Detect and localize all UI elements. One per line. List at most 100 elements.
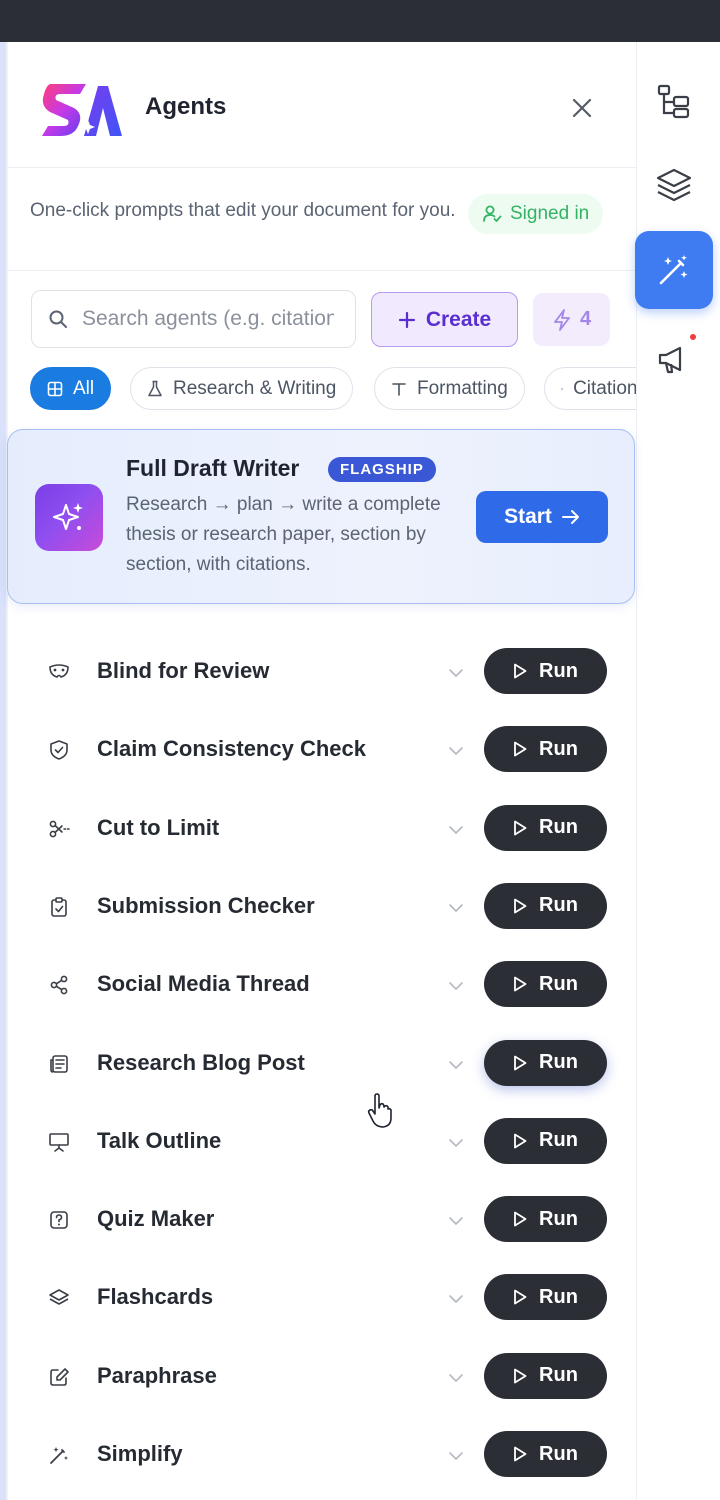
- chevron-down-icon[interactable]: [447, 901, 465, 915]
- rail-layers-button[interactable]: [635, 146, 713, 224]
- panel-subtitle: One-click prompts that edit your documen…: [30, 200, 456, 221]
- play-icon: [514, 976, 527, 992]
- agent-row: Talk Outline Run: [8, 1106, 636, 1176]
- chevron-down-icon[interactable]: [447, 1371, 465, 1385]
- agent-name: Research Blog Post: [97, 1049, 305, 1075]
- run-button[interactable]: Run: [484, 1196, 607, 1243]
- share-icon: [48, 974, 70, 996]
- chevron-down-icon[interactable]: [447, 1292, 465, 1306]
- play-icon: [514, 1289, 527, 1305]
- close-icon: [572, 98, 592, 118]
- filter-bar: All Research & Writing Formatting Citati…: [8, 360, 636, 420]
- agent-name: Social Media Thread: [97, 971, 310, 997]
- panel-title: Agents: [145, 93, 227, 120]
- run-button[interactable]: Run: [484, 1431, 607, 1477]
- outline-icon: [657, 84, 690, 119]
- agent-row: Simplify Run: [8, 1419, 636, 1489]
- filter-chip-research-writing[interactable]: Research & Writing: [130, 367, 354, 410]
- flagship-description: Research → plan → write a complete thesi…: [126, 494, 441, 575]
- run-label: Run: [539, 816, 578, 839]
- chevron-down-icon[interactable]: [447, 1214, 465, 1228]
- agent-name: Simplify: [97, 1441, 183, 1466]
- close-button[interactable]: [566, 92, 598, 124]
- presentation-icon: [48, 1131, 70, 1153]
- run-button[interactable]: Run: [484, 648, 607, 694]
- scissors-icon: [48, 818, 70, 840]
- rail-announcements-button[interactable]: [635, 320, 713, 398]
- agent-name: Blind for Review: [97, 658, 270, 683]
- plus-icon: [398, 311, 415, 328]
- run-button[interactable]: Run: [484, 882, 607, 929]
- rail-outline-button[interactable]: [635, 62, 713, 140]
- app-top-bar: [0, 0, 720, 42]
- run-button[interactable]: Run: [484, 804, 607, 851]
- wand-icon: [48, 1444, 70, 1466]
- filter-label: All: [73, 377, 95, 399]
- layers-icon: [656, 168, 692, 202]
- play-icon: [514, 663, 527, 679]
- agent-name: Paraphrase: [97, 1362, 217, 1388]
- run-label: Run: [539, 894, 578, 917]
- filter-chip-formatting[interactable]: Formatting: [374, 367, 525, 410]
- layers-icon: [48, 1287, 70, 1309]
- flagship-title: Full Draft Writer: [126, 455, 300, 481]
- agent-row: Blind for Review Run: [8, 636, 636, 706]
- subtitle-divider: [8, 270, 636, 271]
- book-icon: [561, 387, 563, 390]
- filter-label: Citations: [573, 377, 636, 399]
- agent-name: Claim Consistency Check: [97, 736, 366, 762]
- filter-chip-all[interactable]: All: [30, 367, 112, 410]
- run-button[interactable]: Run: [484, 1117, 607, 1164]
- signed-in-badge: Signed in: [468, 194, 604, 234]
- flagship-icon-tile: [35, 484, 103, 551]
- filter-label: Formatting: [417, 377, 508, 399]
- shield-check-icon: [48, 739, 70, 761]
- agent-name: Quiz Maker: [97, 1206, 215, 1232]
- agent-row: Submission Checker Run: [8, 871, 636, 941]
- start-label: Start: [504, 505, 552, 528]
- magic-wand-icon: [659, 255, 688, 285]
- agent-row: Research Blog Post Run: [8, 1028, 636, 1098]
- credits-count: 4: [579, 308, 592, 330]
- agent-row: Flashcards Run: [8, 1262, 636, 1332]
- agent-name: Talk Outline: [97, 1127, 222, 1153]
- search-box[interactable]: [31, 290, 356, 348]
- chevron-down-icon[interactable]: [447, 744, 465, 758]
- run-button[interactable]: Run: [484, 726, 607, 773]
- run-button[interactable]: Run: [484, 1352, 607, 1399]
- chevron-down-icon[interactable]: [447, 1058, 465, 1072]
- chevron-down-icon[interactable]: [447, 979, 465, 993]
- megaphone-icon: [658, 346, 682, 374]
- play-icon: [514, 741, 527, 757]
- rail-agents-button[interactable]: [635, 231, 713, 309]
- hand-cursor-icon: [367, 1093, 392, 1128]
- search-input[interactable]: [82, 307, 334, 331]
- agent-row: Paraphrase Run: [8, 1341, 636, 1411]
- play-icon: [514, 1446, 527, 1462]
- run-button[interactable]: Run: [484, 1274, 607, 1321]
- run-label: Run: [539, 1442, 578, 1465]
- agent-row: Claim Consistency Check Run: [8, 714, 636, 784]
- chevron-down-icon[interactable]: [447, 1449, 465, 1463]
- chevron-down-icon[interactable]: [447, 1136, 465, 1150]
- credits-button[interactable]: 4: [533, 293, 610, 346]
- agent-name: Cut to Limit: [97, 814, 220, 840]
- play-icon: [514, 1055, 527, 1070]
- run-button[interactable]: Run: [484, 1039, 607, 1086]
- chevron-down-icon[interactable]: [447, 666, 465, 680]
- filter-chip-citations[interactable]: Citations: [544, 367, 636, 410]
- play-icon: [514, 898, 527, 914]
- run-label: Run: [539, 972, 578, 995]
- app-logo: [42, 84, 122, 136]
- agent-row: Cut to Limit Run: [8, 793, 636, 863]
- run-button[interactable]: Run: [484, 961, 607, 1008]
- create-label: Create: [425, 307, 492, 331]
- start-button[interactable]: Start: [476, 491, 608, 543]
- run-label: Run: [539, 1207, 578, 1230]
- create-button[interactable]: Create: [371, 292, 518, 347]
- chevron-down-icon[interactable]: [447, 823, 465, 837]
- run-label: Run: [539, 1129, 578, 1152]
- flask-icon: [148, 380, 162, 396]
- search-icon: [49, 310, 67, 328]
- agent-name: Flashcards: [97, 1284, 214, 1310]
